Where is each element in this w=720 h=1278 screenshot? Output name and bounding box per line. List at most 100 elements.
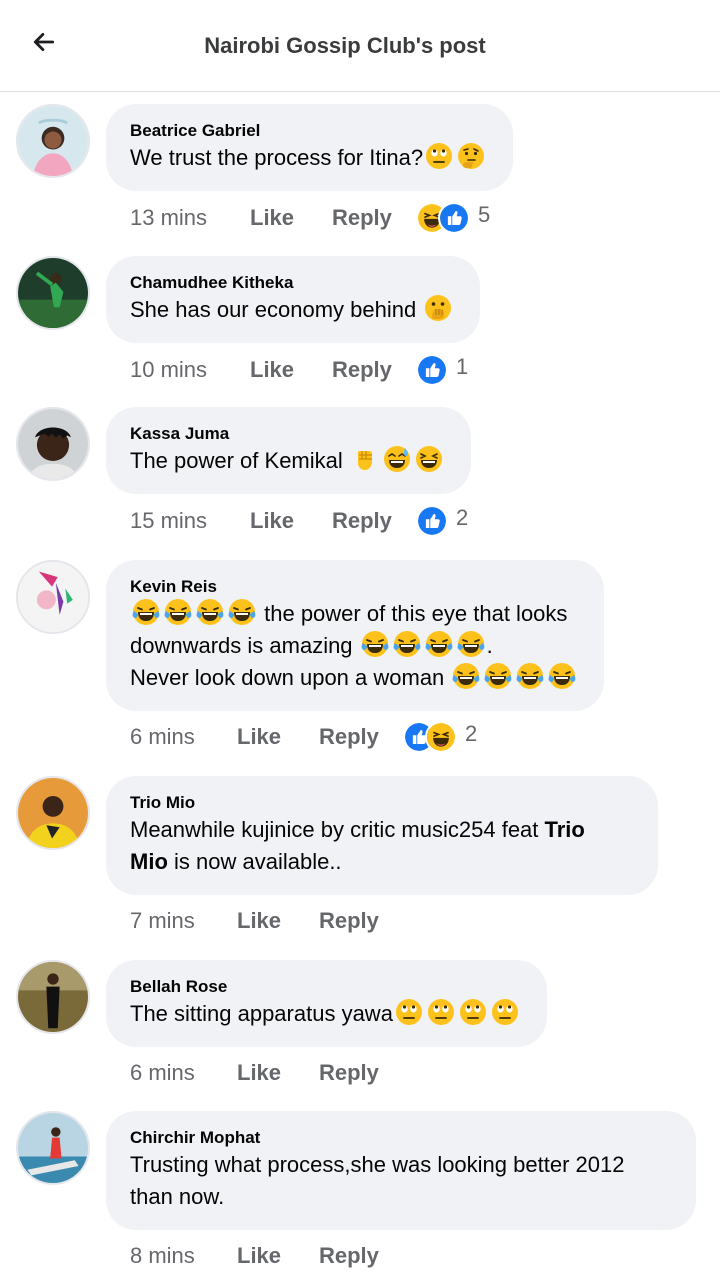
thinking-emoji bbox=[457, 142, 485, 170]
comment-item: Trio Mio Meanwhile kujinice by critic mu… bbox=[0, 776, 720, 946]
comment-item: Kassa Juma The power of Kemikal 15 mins … bbox=[0, 407, 720, 547]
comment-timestamp[interactable]: 13 mins bbox=[130, 205, 250, 231]
like-button[interactable]: Like bbox=[250, 205, 332, 231]
comment-timestamp[interactable]: 6 mins bbox=[130, 1060, 237, 1086]
comment-actions: 8 mins Like Reply bbox=[130, 1241, 403, 1271]
reply-button[interactable]: Reply bbox=[332, 508, 416, 534]
comment-author[interactable]: Chamudhee Kitheka bbox=[130, 272, 454, 294]
avatar[interactable] bbox=[16, 104, 90, 178]
grinning-sweat-emoji bbox=[383, 445, 411, 473]
comment-bubble: Kevin Reis the power of this eye that lo… bbox=[106, 560, 605, 711]
reaction-summary[interactable]: 5 bbox=[416, 202, 490, 234]
like-button[interactable]: Like bbox=[250, 508, 332, 534]
comment-item: Chirchir Mophat Trusting what process,sh… bbox=[0, 1111, 720, 1278]
grinning-squinting-emoji bbox=[415, 445, 443, 473]
reply-button[interactable]: Reply bbox=[332, 205, 416, 231]
tears-of-joy-emoji bbox=[484, 662, 512, 690]
comment-text: She has our economy behind bbox=[130, 294, 454, 326]
comment-text-segment: The power of Kemikal bbox=[130, 448, 343, 473]
comment-item: Beatrice Gabriel We trust the process fo… bbox=[0, 104, 720, 244]
raised-fist-emoji bbox=[351, 445, 379, 473]
comment-actions: 15 mins Like Reply 2 bbox=[130, 505, 468, 537]
comment-actions: 13 mins Like Reply 5 bbox=[130, 202, 490, 234]
comment-text-segment: the power of this eye that looks bbox=[264, 601, 568, 626]
avatar[interactable] bbox=[16, 560, 90, 634]
comment-timestamp[interactable]: 15 mins bbox=[130, 508, 250, 534]
comment-text: We trust the process for Itina? bbox=[130, 142, 487, 174]
comment-text-segment: than now. bbox=[130, 1184, 225, 1209]
comment-text-segment: We trust the process for Itina? bbox=[130, 145, 424, 170]
tears-of-joy-emoji bbox=[196, 598, 224, 626]
comment-text: The sitting apparatus yawa bbox=[130, 998, 521, 1030]
comment-text-segment: The sitting apparatus yawa bbox=[130, 1001, 393, 1026]
reaction-count: 2 bbox=[456, 505, 469, 530]
comment-author[interactable]: Beatrice Gabriel bbox=[130, 120, 487, 142]
comment-bubble: Chirchir Mophat Trusting what process,sh… bbox=[106, 1111, 696, 1230]
comment-bubble: Bellah Rose The sitting apparatus yawa bbox=[106, 960, 547, 1047]
comment-actions: 10 mins Like Reply 1 bbox=[130, 354, 468, 386]
comment-timestamp[interactable]: 8 mins bbox=[130, 1243, 237, 1269]
reaction-summary[interactable]: 2 bbox=[403, 721, 477, 753]
comment-author[interactable]: Trio Mio bbox=[130, 792, 632, 814]
reaction-count: 5 bbox=[478, 202, 491, 227]
comment-author[interactable]: Kassa Juma bbox=[130, 423, 445, 445]
mention-link[interactable]: Mio bbox=[130, 849, 168, 874]
comment-bubble: Kassa Juma The power of Kemikal bbox=[106, 407, 471, 494]
reply-button[interactable]: Reply bbox=[319, 908, 403, 934]
comment-timestamp[interactable]: 7 mins bbox=[130, 908, 237, 934]
comment-text-segment: downwards is amazing bbox=[130, 633, 353, 658]
comment-author[interactable]: Bellah Rose bbox=[130, 976, 521, 998]
comment-text: the power of this eye that looks downward… bbox=[130, 598, 578, 694]
mention-link[interactable]: Trio bbox=[545, 817, 585, 842]
tears-of-joy-emoji bbox=[393, 630, 421, 658]
reply-button[interactable]: Reply bbox=[319, 1243, 403, 1269]
hand-over-mouth-emoji bbox=[424, 294, 452, 322]
avatar[interactable] bbox=[16, 256, 90, 330]
comment-text: The power of Kemikal bbox=[130, 445, 445, 477]
reply-button[interactable]: Reply bbox=[332, 357, 416, 383]
tears-of-joy-emoji bbox=[548, 662, 576, 690]
rolling-eyes-emoji bbox=[427, 998, 455, 1026]
comment-timestamp[interactable]: 10 mins bbox=[130, 357, 250, 383]
reaction-summary[interactable]: 2 bbox=[416, 505, 468, 537]
avatar[interactable] bbox=[16, 776, 90, 850]
comment-bubble: Trio Mio Meanwhile kujinice by critic mu… bbox=[106, 776, 658, 895]
reaction-summary[interactable]: 1 bbox=[416, 354, 468, 386]
like-button[interactable]: Like bbox=[237, 1060, 319, 1086]
like-button[interactable]: Like bbox=[250, 357, 332, 383]
tears-of-joy-emoji bbox=[132, 598, 160, 626]
tears-of-joy-emoji bbox=[516, 662, 544, 690]
like-button[interactable]: Like bbox=[237, 1243, 319, 1269]
comment-author[interactable]: Kevin Reis bbox=[130, 576, 578, 598]
reaction-count: 1 bbox=[456, 354, 469, 379]
avatar[interactable] bbox=[16, 960, 90, 1034]
comment-text: Trusting what process,she was looking be… bbox=[130, 1149, 670, 1213]
comment-text-segment: is now available.. bbox=[167, 849, 342, 874]
comment-text-segment: . bbox=[486, 633, 493, 658]
comment-timestamp[interactable]: 6 mins bbox=[130, 724, 237, 750]
rolling-eyes-emoji bbox=[395, 998, 423, 1026]
comment-actions: 7 mins Like Reply bbox=[130, 906, 403, 936]
avatar[interactable] bbox=[16, 407, 90, 481]
reply-button[interactable]: Reply bbox=[319, 724, 403, 750]
like-reaction-icon bbox=[438, 202, 470, 234]
tears-of-joy-emoji bbox=[228, 598, 256, 626]
comment-item: Chamudhee Kitheka She has our economy be… bbox=[0, 256, 720, 396]
page-title: Nairobi Gossip Club's post bbox=[204, 33, 486, 58]
tears-of-joy-emoji bbox=[457, 630, 485, 658]
reply-button[interactable]: Reply bbox=[319, 1060, 403, 1086]
comment-author[interactable]: Chirchir Mophat bbox=[130, 1127, 670, 1149]
like-button[interactable]: Like bbox=[237, 724, 319, 750]
comment-text-segment: Trusting what process,she was looking be… bbox=[130, 1152, 625, 1177]
tears-of-joy-emoji bbox=[452, 662, 480, 690]
comment-text: Meanwhile kujinice by critic music254 fe… bbox=[130, 814, 632, 878]
avatar[interactable] bbox=[16, 1111, 90, 1185]
like-button[interactable]: Like bbox=[237, 908, 319, 934]
rolling-eyes-emoji bbox=[491, 998, 519, 1026]
like-reaction-icon bbox=[416, 505, 448, 537]
comment-actions: 6 mins Like Reply bbox=[130, 1058, 403, 1088]
comment-item: Bellah Rose The sitting apparatus yawa 6… bbox=[0, 960, 720, 1100]
reaction-count: 2 bbox=[465, 721, 478, 746]
comment-item: Kevin Reis the power of this eye that lo… bbox=[0, 560, 720, 760]
comment-bubble: Beatrice Gabriel We trust the process fo… bbox=[106, 104, 514, 191]
